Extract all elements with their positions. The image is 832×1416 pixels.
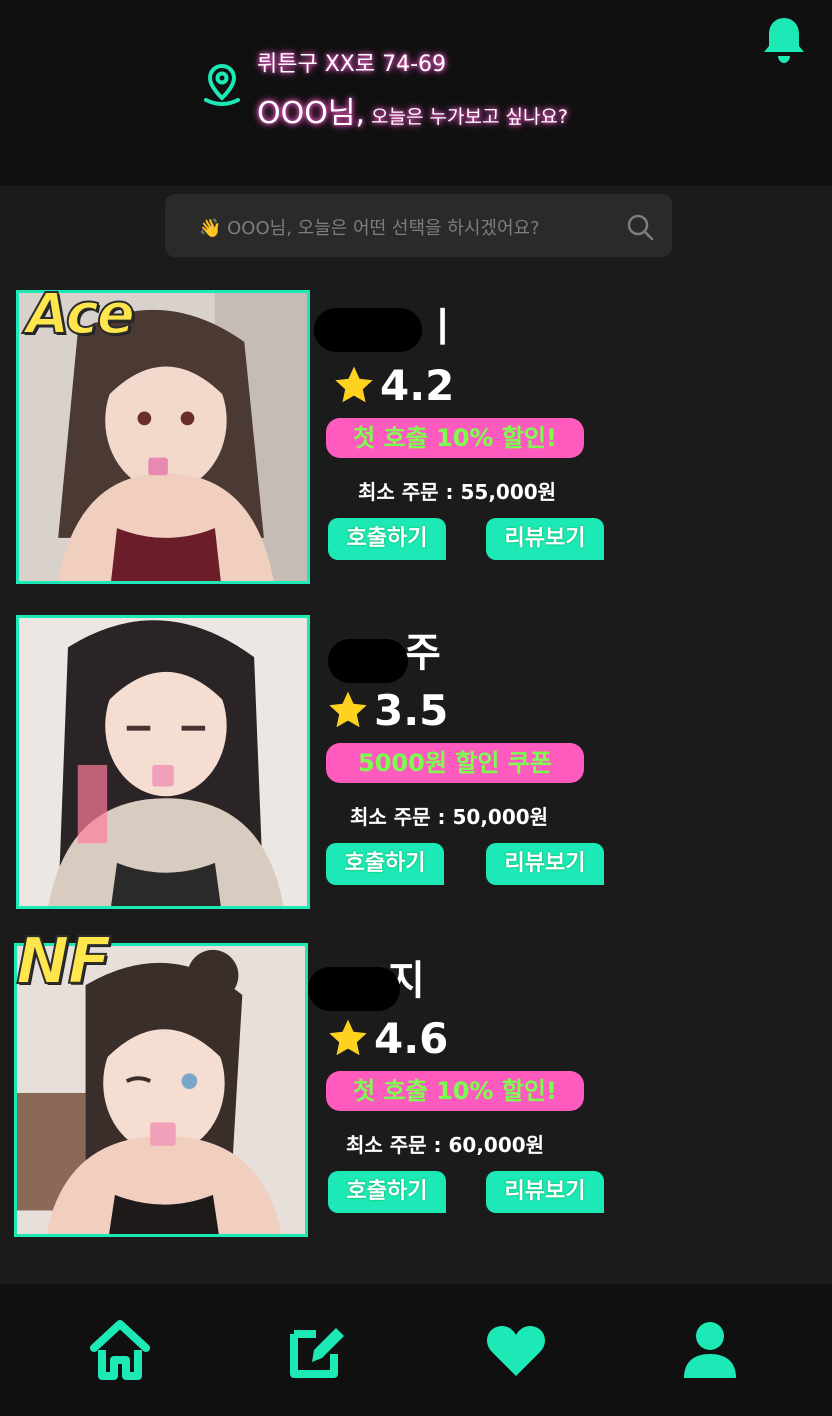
rating: 3.5	[326, 685, 448, 735]
promo-tag: 첫 호출 10% 할인!	[326, 1071, 584, 1111]
user-icon[interactable]	[678, 1318, 742, 1382]
rating: 4.6	[326, 1013, 448, 1063]
search-placeholder: 👋 OOO님, 오늘은 어떤 선택을 하시겠어요?	[199, 218, 540, 239]
home-icon[interactable]	[88, 1318, 152, 1382]
rating-value: 3.5	[374, 685, 449, 735]
header: 뤼튼구 XX로 74-69 OOO님, 오늘은 누가보고 싶나요?	[0, 0, 832, 186]
call-button[interactable]: 호출하기	[328, 518, 446, 560]
greeting-text: OOO님, 오늘은 누가보고 싶나요?	[257, 88, 568, 132]
bell-icon[interactable]	[760, 14, 808, 66]
rating: 4.2	[332, 360, 454, 410]
nf-badge: NF	[15, 924, 112, 1000]
portrait-illustration	[19, 618, 307, 906]
rating-value: 4.2	[380, 360, 455, 410]
location-pin-icon	[204, 63, 240, 106]
greeting-message: 오늘은 누가보고 싶나요?	[364, 106, 568, 128]
name-redaction	[308, 967, 400, 1011]
reviews-button[interactable]: 리뷰보기	[486, 843, 604, 885]
search-icon[interactable]	[626, 213, 654, 241]
name-redaction	[314, 308, 422, 352]
star-icon	[335, 366, 373, 403]
address-text[interactable]: 뤼튼구 XX로 74-69	[257, 46, 446, 78]
min-order: 최소 주문 : 50,000원	[350, 805, 549, 829]
min-order: 최소 주문 : 55,000원	[358, 480, 557, 504]
edit-icon[interactable]	[286, 1318, 350, 1382]
star-icon	[329, 691, 367, 728]
ace-badge: Ace	[25, 281, 136, 348]
greeting-name: OOO님,	[257, 96, 365, 131]
min-order: 최소 주문 : 60,000원	[346, 1133, 545, 1157]
heart-icon[interactable]	[484, 1318, 548, 1382]
profile-photo[interactable]	[16, 615, 310, 909]
profile-card[interactable]: 주 3.5 5000원 할인 쿠폰 최소 주문 : 50,000원 호출하기 리…	[0, 615, 832, 915]
profile-name: 주	[328, 629, 441, 683]
star-icon	[329, 1019, 367, 1056]
profile-name: ㅣ	[314, 304, 461, 352]
profile-card[interactable]: Ace ㅣ 4.2 첫 호출 10% 할인! 최소 주문 : 55,000원 호…	[0, 281, 832, 590]
call-button[interactable]: 호출하기	[328, 1171, 446, 1213]
search-bar[interactable]: 👋 OOO님, 오늘은 어떤 선택을 하시겠어요?	[165, 194, 672, 257]
name-redaction	[328, 639, 408, 683]
promo-tag: 첫 호출 10% 할인!	[326, 418, 584, 458]
reviews-button[interactable]: 리뷰보기	[486, 518, 604, 560]
reviews-button[interactable]: 리뷰보기	[486, 1171, 604, 1213]
profile-card[interactable]: NF 지 4.6 첫 호출 10% 할인! 최소 주문 : 60,000원 호출…	[0, 924, 832, 1243]
profile-name: 지	[308, 957, 425, 1011]
promo-tag: 5000원 할인 쿠폰	[326, 743, 584, 783]
rating-value: 4.6	[374, 1013, 449, 1063]
call-button[interactable]: 호출하기	[326, 843, 444, 885]
bottom-nav	[0, 1284, 832, 1416]
